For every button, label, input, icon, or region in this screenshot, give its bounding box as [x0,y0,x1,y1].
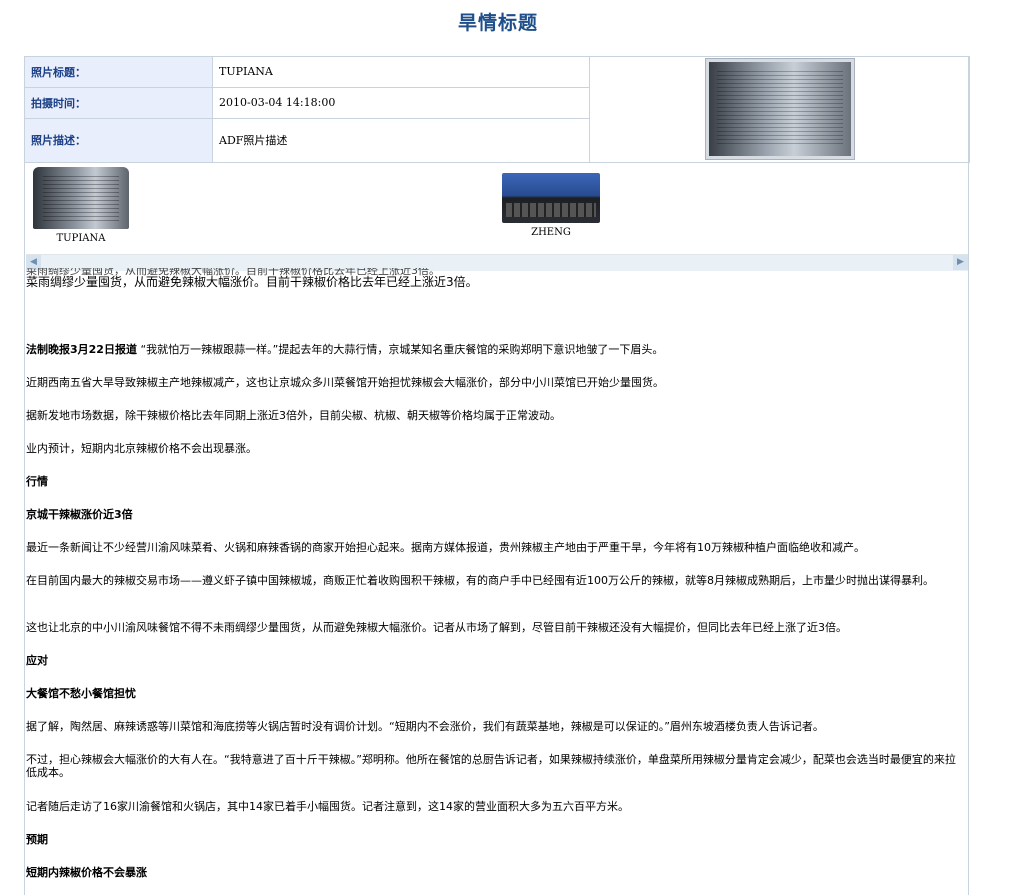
main-photo-image[interactable] [705,59,854,159]
photo-desc-label: 照片描述： [24,117,213,164]
thumbnail-item[interactable]: TUPIANA [21,167,141,244]
clipped-text-line: 菜雨绸缪少量囤货，从而避免辣椒大幅涨价。目前干辣椒价格比去年已经上涨近3倍。 菜… [26,268,966,289]
article-paragraph: 最近一条新闻让不少经营川渝风味菜肴、火锅和麻辣香锅的商家开始担心起来。据南方媒体… [26,541,865,554]
photo-title-value: TUPIANA [212,56,590,88]
main-photo-cell [589,56,970,163]
photo-desc-value: ADF照片描述 [212,117,590,164]
article-text: 菜雨绸缪少量囤货，从而避免辣椒大幅涨价。目前干辣椒价格比去年已经上涨近3倍。 [26,275,478,289]
section-heading: 预期 [26,833,48,846]
section-heading: 应对 [26,654,48,667]
article-paragraph: 在目前国内最大的辣椒交易市场——遵义虾子镇中国辣椒城，商贩正忙着收购囤积干辣椒，… [26,574,934,587]
article-paragraph: 不过，担心辣椒会大幅涨价的大有人在。“我特意进了百十斤干辣椒。”郑明称。他所在餐… [26,753,956,779]
article-paragraph: 记者随后走访了16家川渝餐馆和火锅店，其中14家已着手小幅囤货。记者注意到，这1… [26,800,629,813]
shot-time-value: 2010-03-04 14:18:00 [212,86,590,119]
article-body: 菜雨绸缪少量囤货，从而避免辣椒大幅涨价。目前干辣椒价格比去年已经上涨近3倍。 菜… [26,268,966,895]
article-paragraph: 据新发地市场数据，除干辣椒价格比去年同期上涨近3倍外，目前尖椒、杭椒、朝天椒等价… [26,409,561,422]
thumbnail-caption: ZHENG [531,227,571,238]
thumbnail-item[interactable]: ZHENG [491,167,611,238]
section-subheading: 京城干辣椒涨价近3倍 [26,508,133,521]
article-paragraph: 法制晚报3月22日报道 “我就怕万一辣椒跟蒜一样。”提起去年的大蒜行情，京城某知… [26,343,966,356]
thumbnail-image[interactable] [33,167,129,229]
photo-info-table: 照片标题： TUPIANA 拍摄时间： 2010-03-04 14:18:00 … [24,56,970,164]
thumbnail-caption: TUPIANA [56,233,106,244]
article-text: “我就怕万一辣椒跟蒜一样。”提起去年的大蒜行情，京城某知名重庆餐馆的采购郑明下意… [136,343,664,356]
section-subheading: 大餐馆不愁小餐馆担忧 [26,687,136,700]
section-subheading: 短期内辣椒价格不会暴涨 [26,866,147,879]
page-title: 旱情标题 [457,12,538,34]
article-paragraph: 据了解，陶然居、麻辣诱惑等川菜馆和海底捞等火锅店暂时没有调价计划。“短期内不会涨… [26,720,824,733]
thumbnail-image[interactable] [502,173,600,223]
thumbnail-strip: TUPIANA ZHENG [25,161,969,253]
article-paragraph: 近期西南五省大旱导致辣椒主产地辣椒减产，这也让京城众多川菜餐馆开始担忧辣椒会大幅… [26,376,664,389]
section-heading: 行情 [26,475,48,488]
article-paragraph: 业内预计，短期内北京辣椒价格不会出现暴涨。 [26,442,257,455]
article-lead: 法制晚报3月22日报道 [26,343,137,356]
photo-title-label: 照片标题： [24,56,213,88]
article-paragraph: 这也让北京的中小川渝风味餐馆不得不未雨绸缪少量囤货，从而避免辣椒大幅涨价。记者从… [26,621,847,634]
shot-time-label: 拍摄时间： [24,86,213,119]
